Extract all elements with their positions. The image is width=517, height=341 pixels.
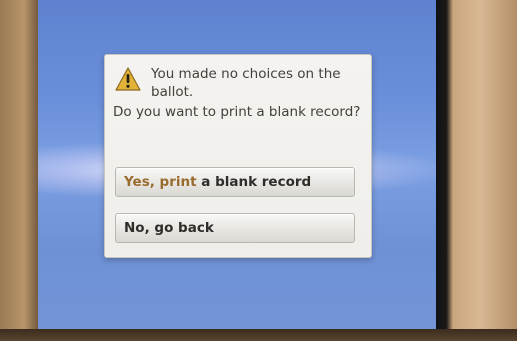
device-bezel-bottom [0,329,517,341]
voting-machine-screen: You made no choices on the ballot. Do yo… [38,0,436,330]
warning-icon [115,67,141,91]
device-bezel-left [0,0,40,341]
blank-ballot-dialog: You made no choices on the ballot. Do yo… [104,54,372,258]
yes-print-blank-record-button[interactable]: Yes, print a blank record [115,167,355,197]
message-no-choices: You made no choices on the ballot. [151,66,341,100]
message-print-question: Do you want to print a blank record? [113,104,361,120]
yes-label-part2: a blank record [196,174,312,190]
device-bezel-right [435,0,517,341]
yes-label-part1: Yes, print [124,174,197,190]
no-go-back-button[interactable]: No, go back [115,213,355,243]
